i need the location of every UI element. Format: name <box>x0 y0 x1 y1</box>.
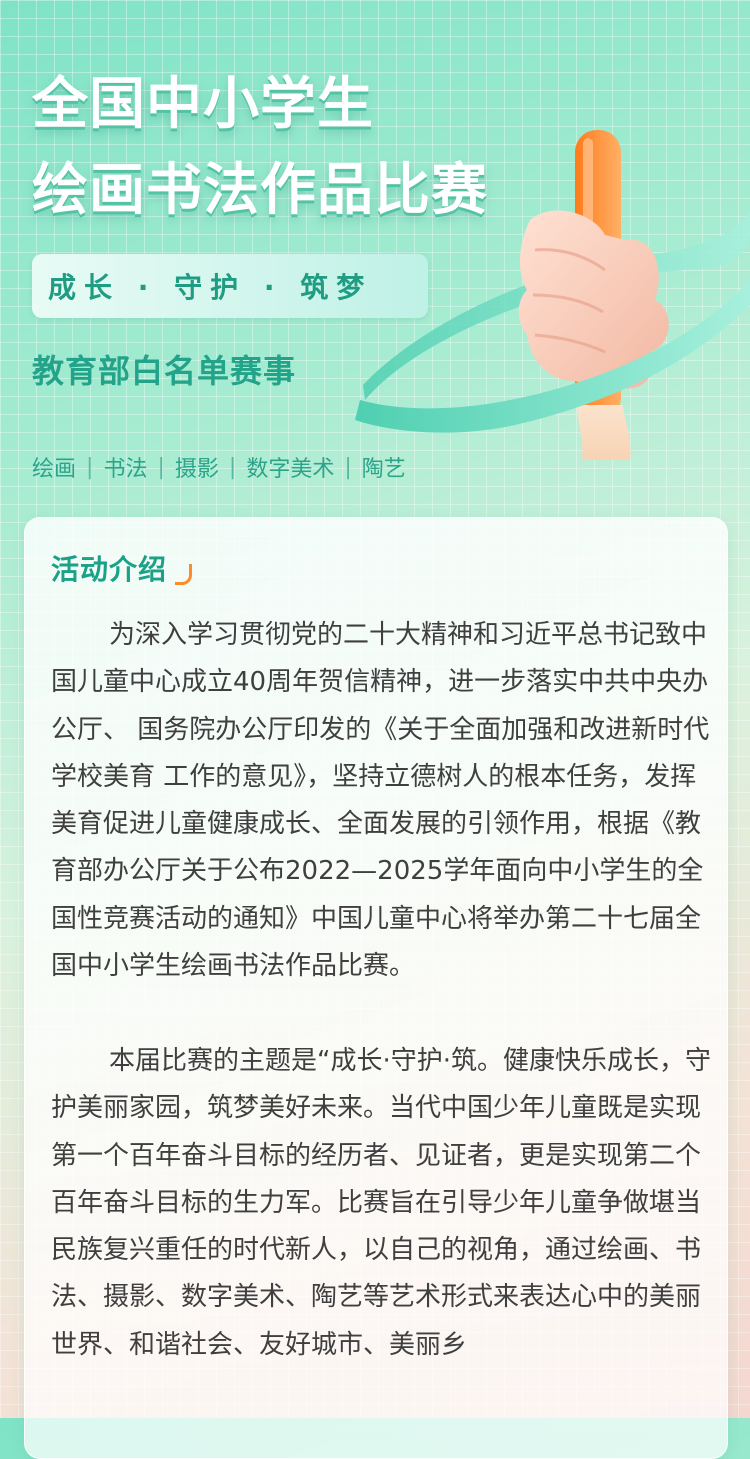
category-list: 绘画 | 书法 | 摄影 | 数字美术 | 陶艺 <box>32 451 406 483</box>
category-separator: | <box>86 454 94 480</box>
intro-card: 活动介绍 为深入学习贯彻党的二十大精神和习近平总书记致中国儿童中心成立40周年贺… <box>24 517 728 1459</box>
intro-paragraph-1: 为深入学习贯彻党的二十大精神和习近平总书记致中国儿童中心成立40周年贺信精神，进… <box>51 620 710 982</box>
category-separator: | <box>157 454 165 480</box>
category-separator: | <box>344 454 352 480</box>
category-photography: 摄影 <box>174 457 219 482</box>
slogan-text: 成长 · 守护 · 筑梦 <box>48 271 373 304</box>
category-separator: | <box>228 454 237 480</box>
intro-paragraph-2: 本届比赛的主题是“成长·守护·筑。健康快乐成长，守护美丽家园，筑梦美好未来。当代… <box>51 1046 711 1360</box>
intro-title: 活动介绍 <box>51 553 168 586</box>
category-painting: 绘画 <box>32 457 77 482</box>
category-calligraphy: 书法 <box>103 457 148 482</box>
title-accent-mark <box>175 564 192 585</box>
subtitle: 教育部白名单赛事 <box>32 352 297 390</box>
thumbs-up-paintbrush-icon <box>355 130 750 460</box>
category-digital-art: 数字美术 <box>246 457 335 482</box>
